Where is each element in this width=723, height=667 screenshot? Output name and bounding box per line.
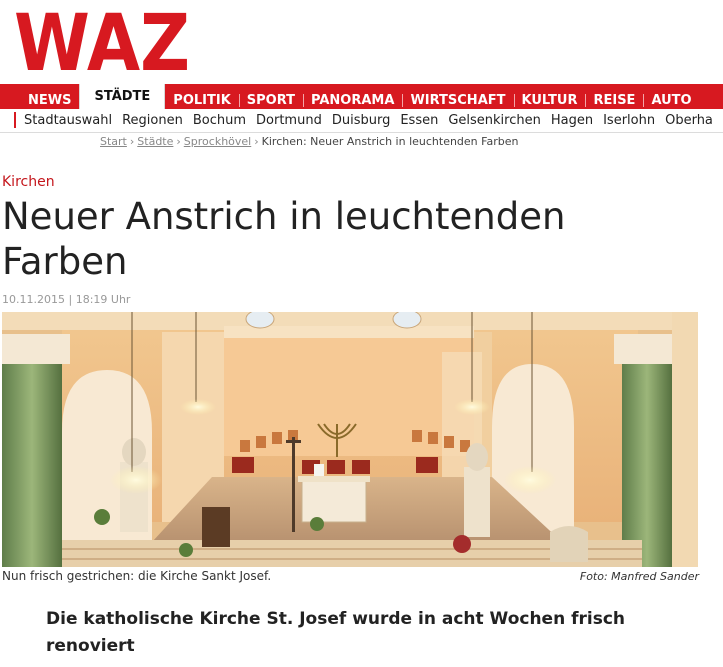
waz-logo[interactable]: WAZ xyxy=(14,0,190,89)
article-kicker[interactable]: Kirchen xyxy=(2,174,55,190)
logo-wordmark: WAZ xyxy=(14,0,190,89)
article-teaser: Die katholische Kirche St. Josef wurde i… xyxy=(46,609,626,656)
subnav-item-duisburg[interactable]: Duisburg xyxy=(327,110,396,132)
nav-item-wirtschaft[interactable]: WIRTSCHAFT xyxy=(402,88,513,109)
nav-item-staedte[interactable]: STÄDTE xyxy=(79,84,166,109)
subnav-item-bochum[interactable]: Bochum xyxy=(188,110,251,132)
article-time: 18:19 Uhr xyxy=(75,293,131,306)
subnav-accent-bar xyxy=(14,112,16,128)
breadcrumb-separator: › xyxy=(254,135,259,148)
subnav-item-stadtauswahl[interactable]: Stadtauswahl xyxy=(0,110,117,132)
subnav-item-gelsenkirchen[interactable]: Gelsenkirchen xyxy=(443,110,546,132)
subnav-item-essen[interactable]: Essen xyxy=(395,110,443,132)
subnav-item-dortmund[interactable]: Dortmund xyxy=(251,110,327,132)
breadcrumb-start[interactable]: Start xyxy=(100,135,127,148)
city-subnavigation: Stadtauswahl Regionen Bochum Dortmund Duisbu… xyxy=(0,109,723,133)
photo-caption: Nun frisch gestrichen: die Kirche Sankt … xyxy=(2,569,272,583)
breadcrumb-current: Kirchen: Neuer Anstrich in leuchtenden F… xyxy=(261,135,519,148)
breadcrumb-staedte[interactable]: Städte xyxy=(137,135,173,148)
photo-credit: Foto: Manfred Sander xyxy=(579,570,699,583)
nav-item-kultur[interactable]: KULTUR xyxy=(513,88,586,109)
breadcrumb: Start › Städte › Sprockhövel › Kirchen: Neuer … xyxy=(100,135,518,148)
main-navigation: NEWS STÄDTE POLITIK SPORT PANORAMA WIRTSCHAFT… xyxy=(0,84,723,109)
subnav-item-oberhausen[interactable]: Oberha xyxy=(660,110,718,132)
nav-item-news[interactable]: NEWS xyxy=(0,88,79,109)
breadcrumb-sprockhoevel[interactable]: Sprockhövel xyxy=(184,135,251,148)
breadcrumb-separator: › xyxy=(129,135,135,148)
subnav-item-regionen[interactable]: Regionen xyxy=(117,110,188,132)
nav-item-auto[interactable]: AUTO xyxy=(643,88,699,109)
article-date: 10.11.2015 xyxy=(2,293,65,306)
dateline-separator: | xyxy=(68,293,73,306)
church-interior-image xyxy=(2,312,698,567)
nav-item-reise[interactable]: REISE xyxy=(585,88,643,109)
nav-item-panorama[interactable]: PANORAMA xyxy=(303,88,402,109)
subnav-item-hagen[interactable]: Hagen xyxy=(546,110,598,132)
subnav-item-iserlohn[interactable]: Iserlohn xyxy=(598,110,660,132)
article-headline: Neuer Anstrich in leuchtenden Farben xyxy=(2,195,566,283)
svg-text:WAZ: WAZ xyxy=(14,6,190,76)
article-photo[interactable] xyxy=(2,312,698,567)
breadcrumb-separator: › xyxy=(176,135,181,148)
nav-item-sport[interactable]: SPORT xyxy=(238,88,303,109)
nav-item-politik[interactable]: POLITIK xyxy=(165,88,238,109)
article-dateline: 10.11.2015 | 18:19 Uhr xyxy=(2,293,130,306)
